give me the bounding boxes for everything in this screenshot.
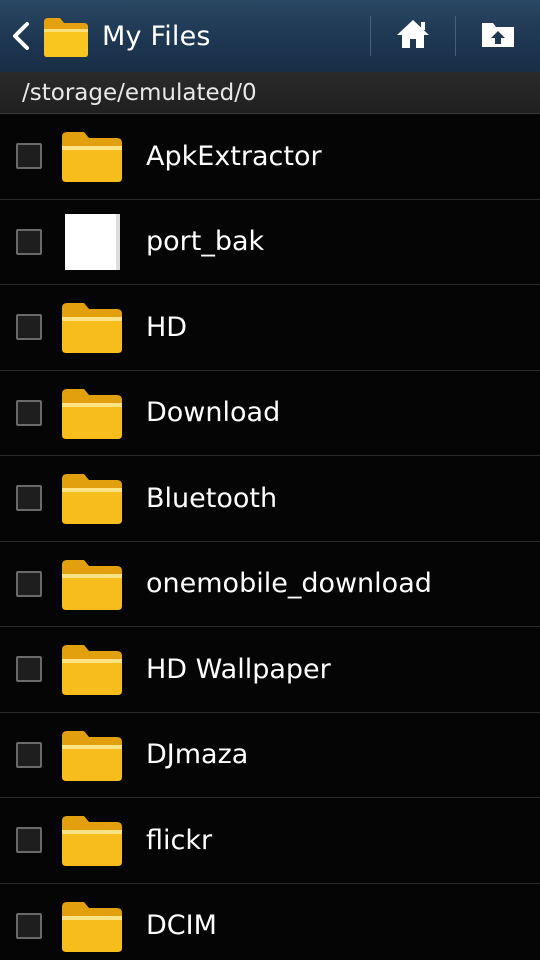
list-item[interactable]: ApkExtractor xyxy=(0,114,540,200)
file-name: DCIM xyxy=(146,910,217,942)
folder-icon xyxy=(42,14,90,58)
select-checkbox[interactable] xyxy=(16,912,42,939)
select-checkbox[interactable] xyxy=(16,143,42,170)
select-checkbox[interactable] xyxy=(16,570,42,597)
list-item[interactable]: HD Wallpaper xyxy=(0,627,540,713)
list-item[interactable]: Download xyxy=(0,371,540,456)
folder-icon xyxy=(60,128,124,184)
app-title: My Files xyxy=(102,20,211,52)
folder-icon xyxy=(60,385,124,441)
file-name: DJmaza xyxy=(146,739,249,771)
list-item[interactable]: DCIM xyxy=(0,884,540,960)
select-checkbox[interactable] xyxy=(16,314,42,341)
file-name: Download xyxy=(146,397,281,429)
select-checkbox[interactable] xyxy=(16,827,42,854)
up-folder-button[interactable] xyxy=(456,0,540,72)
list-item[interactable]: Bluetooth xyxy=(0,456,540,542)
folder-icon xyxy=(60,727,124,783)
file-name: Bluetooth xyxy=(146,482,278,514)
file-name: ApkExtractor xyxy=(146,140,322,172)
list-item[interactable]: DJmaza xyxy=(0,713,540,798)
action-bar: My Files xyxy=(0,0,540,72)
home-button[interactable] xyxy=(371,0,455,72)
select-checkbox[interactable] xyxy=(16,228,42,255)
folder-icon xyxy=(60,470,124,526)
list-item[interactable]: port_bak xyxy=(0,200,540,285)
folder-icon xyxy=(60,556,124,612)
select-checkbox[interactable] xyxy=(16,485,42,512)
file-list: ApkExtractor port_bak HD Download Blueto… xyxy=(0,114,540,960)
select-checkbox[interactable] xyxy=(16,399,42,426)
folder-icon xyxy=(60,898,124,954)
path-breadcrumb: /storage/emulated/0 xyxy=(0,72,540,114)
file-name: HD xyxy=(146,311,188,343)
back-button[interactable]: My Files xyxy=(0,0,223,72)
file-name: flickr xyxy=(146,824,213,856)
file-name: HD Wallpaper xyxy=(146,653,331,685)
list-item[interactable]: flickr xyxy=(0,798,540,884)
folder-icon xyxy=(60,299,124,355)
folder-icon xyxy=(60,812,124,868)
select-checkbox[interactable] xyxy=(16,741,42,768)
list-item[interactable]: HD xyxy=(0,285,540,371)
file-name: onemobile_download xyxy=(146,568,432,600)
select-checkbox[interactable] xyxy=(16,656,42,683)
chevron-left-icon xyxy=(10,21,36,51)
home-icon xyxy=(395,18,431,54)
folder-up-icon xyxy=(480,19,516,53)
folder-icon xyxy=(60,641,124,697)
file-icon xyxy=(60,213,124,270)
path-text: /storage/emulated/0 xyxy=(22,79,257,106)
file-name: port_bak xyxy=(146,226,265,258)
list-item[interactable]: onemobile_download xyxy=(0,542,540,627)
